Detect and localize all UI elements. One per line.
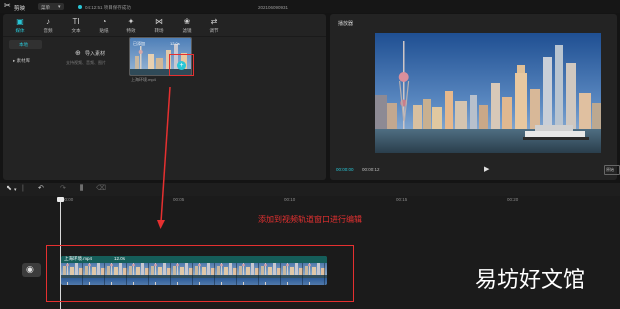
tab-filter[interactable]: ❀ 滤镜 — [175, 14, 199, 36]
menu-button-label: 菜单 — [41, 4, 50, 10]
filter-icon: ❀ — [183, 17, 191, 26]
transition-icon: ⋈ — [155, 17, 163, 26]
timeline-toolbar — [0, 183, 620, 196]
tab-label: 调节 — [209, 28, 219, 33]
ratio-button-label: 原始 — [606, 167, 614, 172]
save-status: 04:12:51 项目保存成功 — [85, 4, 131, 10]
chevron-down-icon: ▾ — [58, 3, 61, 10]
ruler-tick: 00:10 — [284, 197, 296, 202]
ruler-tick: 00:15 — [396, 197, 408, 202]
tab-transition[interactable]: ⋈ 转场 — [147, 14, 171, 36]
tab-label: 文本 — [71, 28, 81, 33]
annotation-text: 添加到视频轨道窗口进行编辑 — [258, 215, 362, 224]
playhead-handle[interactable] — [57, 197, 64, 202]
player-title: 播放器 — [338, 21, 354, 27]
tab-adjust[interactable]: ⇄ 调节 — [202, 14, 226, 36]
sidebar-item-library[interactable]: ▸ 素材库 — [13, 58, 30, 64]
tab-audio[interactable]: ♪ 音频 — [36, 14, 60, 36]
clip-filename: 上海环境.mp4 — [64, 256, 93, 261]
video-clip[interactable] — [61, 256, 327, 285]
import-media-button[interactable]: 导入素材 — [85, 50, 105, 57]
adjust-icon: ⇄ — [210, 17, 218, 26]
ruler-tick: 00:20 — [507, 197, 519, 202]
text-icon: TI — [72, 17, 80, 26]
media-toolbar: ▣ 媒体 ♪ 音频 TI 文本 ◔ 贴纸 ✦ 特效 ⋈ 转场 ❀ 滤镜 ⇄ 调节 — [3, 14, 326, 37]
effects-icon: ✦ — [127, 17, 135, 26]
play-icon[interactable]: ▶ — [484, 165, 489, 173]
time-ruler[interactable] — [58, 196, 620, 205]
media-icon: ▣ — [16, 17, 24, 26]
sidebar-item-label: 本地 — [19, 42, 28, 47]
tab-effects[interactable]: ✦ 特效 — [119, 14, 143, 36]
select-cursor-icon[interactable]: ⬉ — [6, 185, 12, 193]
split-icon[interactable]: ⫼ — [80, 185, 83, 193]
tab-sticker[interactable]: ◔ 贴纸 — [92, 14, 116, 36]
tab-label: 音频 — [43, 28, 53, 33]
video-preview[interactable] — [375, 33, 601, 153]
app-name: 剪映 — [14, 6, 26, 12]
sticker-icon: ◔ — [101, 17, 107, 26]
chevron-down-icon[interactable]: ▾ — [14, 186, 17, 194]
project-title: 202106090931 — [258, 4, 289, 10]
current-time: 00:00:00 — [336, 167, 354, 172]
tab-label: 贴纸 — [99, 28, 109, 33]
audio-icon: ♪ — [46, 17, 50, 26]
divider-icon: | — [22, 185, 24, 192]
thumb-duration: 12.0s — [170, 41, 180, 46]
clip-duration: 12.0s — [114, 256, 126, 261]
save-status-icon — [78, 5, 82, 9]
total-time: 00:00:12 — [362, 167, 380, 172]
tab-label: 媒体 — [15, 28, 25, 33]
undo-icon[interactable]: ↶ — [38, 185, 44, 193]
clip-filmstrip — [61, 256, 327, 285]
tab-label: 转场 — [154, 28, 164, 33]
added-badge: 已添加 — [133, 41, 145, 46]
import-hint: 支持视频、音频、图片 — [66, 60, 106, 65]
plus-icon[interactable]: ⊕ — [75, 49, 81, 57]
tab-label: 滤镜 — [182, 28, 192, 33]
watermark: 易坊好文馆 — [475, 268, 586, 293]
media-filename: 上海环境.mp4 — [131, 77, 156, 82]
redo-icon[interactable]: ↷ — [60, 185, 66, 193]
eye-icon: ◉ — [26, 264, 34, 274]
tab-label: 特效 — [126, 28, 136, 33]
add-to-track-button[interactable]: + — [177, 61, 186, 70]
app-logo-icon: ✂ — [4, 1, 11, 10]
delete-icon[interactable]: ⌫ — [96, 185, 106, 193]
city-skyline-image — [375, 33, 601, 153]
tab-media[interactable]: ▣ 媒体 — [8, 14, 32, 36]
ruler-tick: 00:05 — [173, 197, 185, 202]
tab-text[interactable]: TI 文本 — [64, 14, 88, 36]
